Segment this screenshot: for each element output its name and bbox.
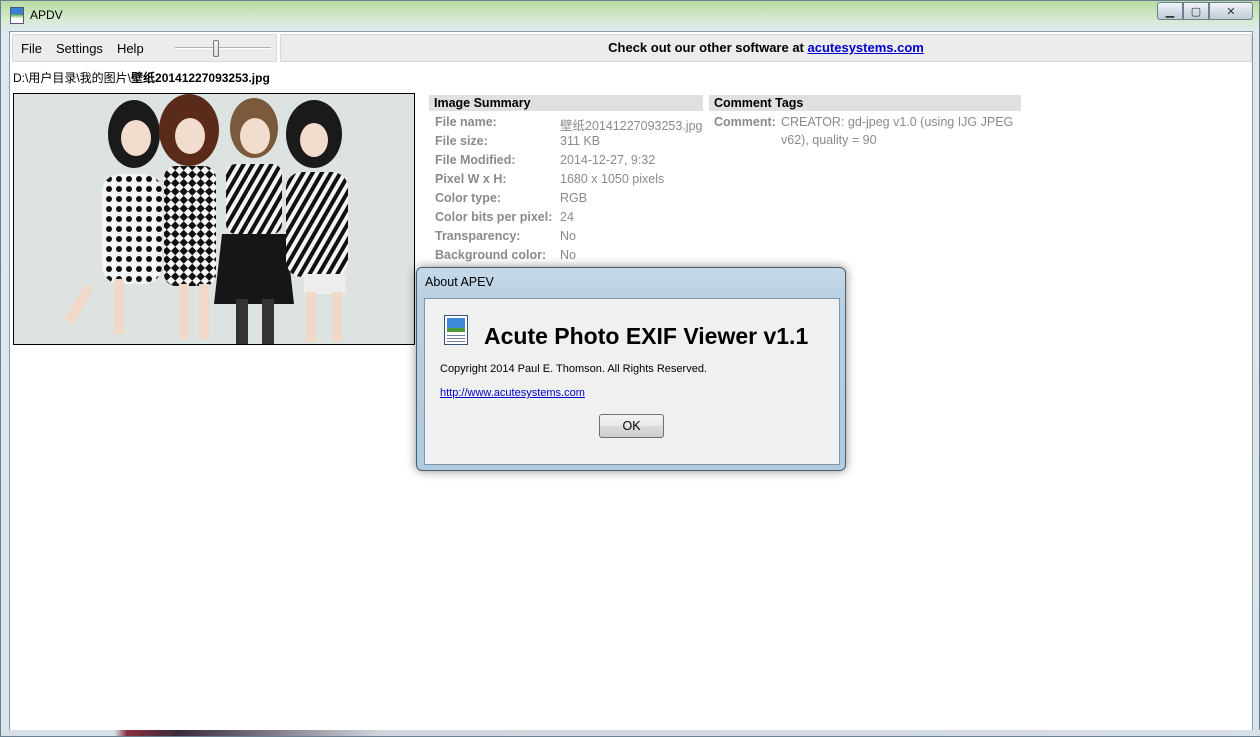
summary-value: No xyxy=(560,248,576,262)
about-dialog-body: Acute Photo EXIF Viewer v1.1 Copyright 2… xyxy=(424,298,840,465)
window-title: APDV xyxy=(30,8,63,22)
summary-key: File size: xyxy=(435,134,488,148)
minimize-icon: ▁ xyxy=(1165,4,1175,18)
about-heading: Acute Photo EXIF Viewer v1.1 xyxy=(484,323,809,349)
zoom-slider[interactable] xyxy=(171,35,275,61)
summary-key: Pixel W x H: xyxy=(435,172,507,186)
comment-tags-header: Comment Tags xyxy=(709,95,1021,111)
menu-help[interactable]: Help xyxy=(111,41,150,56)
summary-key: Background color: xyxy=(435,248,547,262)
menu-file[interactable]: File xyxy=(15,41,48,56)
window-controls: ▁ ▢ ✕ xyxy=(1157,2,1253,20)
summary-value: 壁纸20141227093253.jpg xyxy=(560,119,703,133)
about-dialog-title: About APEV xyxy=(425,275,494,289)
image-summary-header: Image Summary xyxy=(429,95,703,111)
website-link[interactable]: http://www.acutesystems.com xyxy=(440,387,585,399)
promo-text: Check out our other software at xyxy=(608,40,808,55)
comment-value-line1: CREATOR: gd-jpeg v1.0 (using IJG JPEG xyxy=(781,115,1014,129)
promo-link[interactable]: acutesystems.com xyxy=(808,40,924,55)
copyright-text: Copyright 2014 Paul E. Thomson. All Righ… xyxy=(440,363,707,375)
main-window: APDV ▁ ▢ ✕ File Settings Help Check out … xyxy=(0,0,1260,737)
summary-value: RGB xyxy=(560,191,588,205)
photo-illustration xyxy=(14,94,414,344)
summary-value: 2014-12-27, 9:32 xyxy=(560,153,656,167)
promo-banner: Check out our other software at acutesys… xyxy=(280,34,1252,62)
minimize-button[interactable]: ▁ xyxy=(1157,2,1183,20)
summary-key: File Modified: xyxy=(435,153,516,167)
close-button[interactable]: ✕ xyxy=(1209,2,1253,20)
summary-value: 1680 x 1050 pixels xyxy=(560,172,665,186)
summary-key: Transparency: xyxy=(435,229,521,243)
about-dialog: About APEV Acute Photo EXIF Viewer v1.1 … xyxy=(416,267,846,471)
file-path-filename: 壁纸20141227093253.jpg xyxy=(131,71,270,85)
summary-key: File name: xyxy=(435,115,497,129)
summary-value: 24 xyxy=(560,210,574,224)
maximize-button[interactable]: ▢ xyxy=(1183,2,1209,20)
document-image-icon xyxy=(444,315,468,345)
menu-bar: File Settings Help xyxy=(12,34,277,62)
summary-key: Color bits per pixel: xyxy=(435,210,553,224)
comment-key: Comment: xyxy=(714,115,776,129)
file-path: D:\用户目录\我的图片\壁纸20141227093253.jpg xyxy=(13,69,270,86)
summary-value: 311 KB xyxy=(560,134,601,148)
maximize-icon: ▢ xyxy=(1190,4,1202,18)
image-preview[interactable] xyxy=(13,93,415,345)
file-path-directory: D:\用户目录\我的图片\ xyxy=(13,71,132,85)
ok-button[interactable]: OK xyxy=(599,414,664,438)
menu-settings[interactable]: Settings xyxy=(50,41,109,56)
slider-thumb[interactable] xyxy=(212,40,219,57)
comment-value-line2: v62), quality = 90 xyxy=(781,133,877,147)
summary-key: Color type: xyxy=(435,191,501,205)
title-bar[interactable]: APDV ▁ ▢ ✕ xyxy=(1,1,1259,31)
slider-track xyxy=(175,47,271,49)
app-icon[interactable] xyxy=(10,7,24,24)
close-icon: ✕ xyxy=(1226,4,1236,18)
taskbar-strip xyxy=(1,730,1260,736)
summary-value: No xyxy=(560,229,576,243)
